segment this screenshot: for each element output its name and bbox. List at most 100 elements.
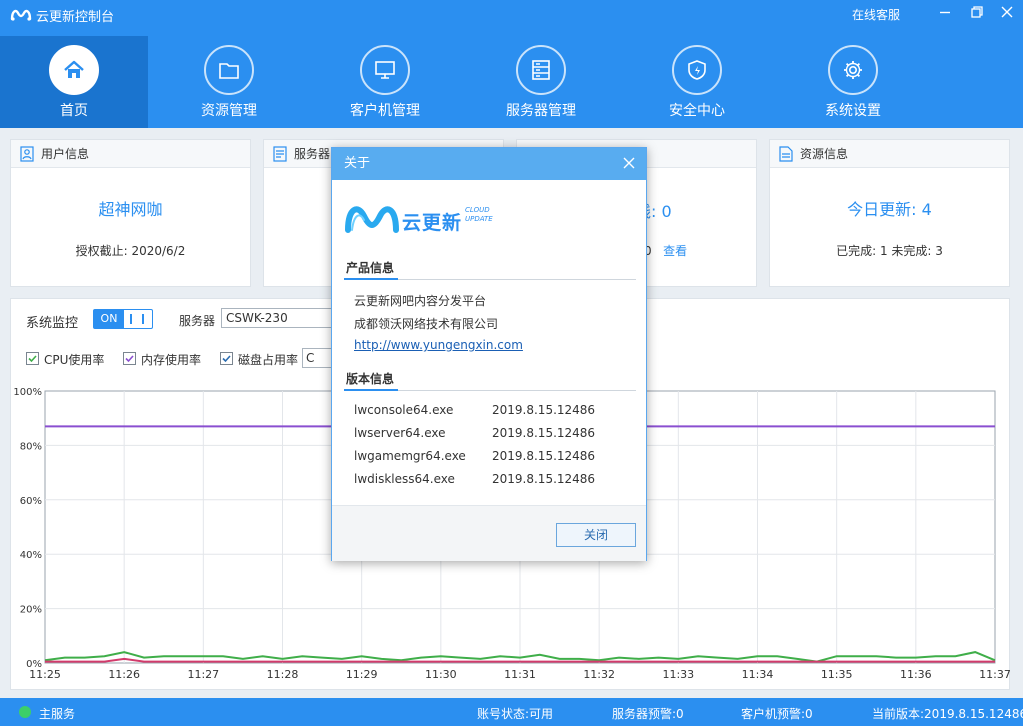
user-icon xyxy=(20,146,34,162)
memory-checkbox-box xyxy=(123,352,136,365)
chart-y-tick-label: 20% xyxy=(20,605,42,616)
chart-x-tick-label: 11:25 xyxy=(29,668,61,680)
version-file: lwserver64.exe xyxy=(354,426,446,440)
resource-info-header: 资源信息 xyxy=(770,140,1009,168)
version-file: lwgamemgr64.exe xyxy=(354,449,466,463)
nav-security-circle xyxy=(672,45,722,95)
about-close-button[interactable]: 关闭 xyxy=(556,523,636,547)
product-info-heading: 产品信息 xyxy=(346,261,395,275)
disk-checkbox-box xyxy=(220,352,233,365)
nav-resource-label: 资源管理 xyxy=(201,103,257,119)
home-icon xyxy=(64,60,84,78)
monitor-title: 系统监控 xyxy=(26,316,79,331)
nav-home-circle xyxy=(49,45,99,95)
nav-client-circle xyxy=(360,45,410,95)
chart-x-tick-label: 11:28 xyxy=(267,668,299,680)
disk-checkbox-label: 磁盘占用率 xyxy=(238,353,299,367)
service-status-dot-icon xyxy=(19,706,31,718)
server-info-title: 服务器 xyxy=(294,147,331,161)
dialog-close-icon[interactable] xyxy=(618,152,640,174)
cpu-checkbox-box xyxy=(26,352,39,365)
user-info-title: 用户信息 xyxy=(41,147,90,161)
title-bar: 云更新控制台 在线客服 xyxy=(0,0,1023,28)
brand-sub-line-1: CLOUD xyxy=(465,206,490,214)
chart-x-tick-label: 11:29 xyxy=(346,668,378,680)
online-service-link[interactable]: 在线客服 xyxy=(852,6,900,23)
client-status: 0 查看 xyxy=(644,242,687,259)
nav-home-label: 首页 xyxy=(60,103,88,119)
nav-server-circle xyxy=(516,45,566,95)
user-name: 超神网咖 xyxy=(98,200,163,219)
shield-icon xyxy=(688,60,706,80)
resource-info-card: 资源信息 今日更新: 4 已完成: 1 未完成: 3 xyxy=(769,139,1010,287)
nav-security[interactable]: 安全中心 xyxy=(623,36,771,128)
update-status: 已完成: 1 未完成: 3 xyxy=(836,244,943,258)
today-update-count: 今日更新: 4 xyxy=(847,200,932,219)
server-list-icon xyxy=(273,146,287,162)
cpu-checkbox-label: CPU使用率 xyxy=(44,353,105,367)
product-name: 云更新网吧内容分发平台 xyxy=(354,294,487,308)
account-status: 账号状态:可用 xyxy=(477,707,554,721)
user-info-header: 用户信息 xyxy=(11,140,250,168)
restore-button[interactable] xyxy=(966,4,988,24)
version-file: lwconsole64.exe xyxy=(354,403,454,417)
document-icon xyxy=(779,146,793,162)
server-alert-count: 服务器预警:0 xyxy=(612,707,684,721)
chart-x-tick-label: 11:33 xyxy=(662,668,694,680)
server-select[interactable]: CSWK-230 xyxy=(221,308,336,328)
memory-checkbox-label: 内存使用率 xyxy=(141,353,202,367)
chart-x-tick-label: 11:37 xyxy=(979,668,1010,680)
product-info-underline xyxy=(344,278,398,280)
version-number: 2019.8.15.12486 xyxy=(492,449,596,463)
chart-x-tick-label: 11:30 xyxy=(425,668,457,680)
website-link[interactable]: http://www.yungengxin.com xyxy=(354,338,523,352)
version-number: 2019.8.15.12486 xyxy=(492,403,596,417)
toggle-on-label: ON xyxy=(94,310,124,328)
minimize-button[interactable] xyxy=(934,4,956,24)
status-bar: 主服务 账号状态:可用 服务器预警:0 客户机预警:0 当前版本:2019.8.… xyxy=(0,698,1023,726)
main-nav: 首页 资源管理 客户机管理 服务器管理 安全中心 系统设置 xyxy=(0,36,1023,128)
nav-resource[interactable]: 资源管理 xyxy=(155,36,303,128)
version-number: 2019.8.15.12486 xyxy=(492,426,596,440)
app-title: 云更新控制台 xyxy=(36,10,115,25)
gear-icon xyxy=(844,61,862,79)
chart-x-tick-label: 11:31 xyxy=(504,668,536,680)
chart-y-tick-label: 60% xyxy=(20,496,42,507)
restore-icon xyxy=(971,6,983,18)
nav-resource-circle xyxy=(204,45,254,95)
company-name: 成都领沃网络技术有限公司 xyxy=(354,317,499,331)
chart-x-tick-label: 11:36 xyxy=(900,668,932,680)
nav-home[interactable]: 首页 xyxy=(0,36,148,128)
website-row: http://www.yungengxin.com xyxy=(354,338,523,352)
chart-x-tick-label: 11:32 xyxy=(583,668,615,680)
nav-client[interactable]: 客户机管理 xyxy=(311,36,459,128)
close-icon xyxy=(1001,6,1013,18)
nav-security-label: 安全中心 xyxy=(669,103,725,119)
nav-server[interactable]: 服务器管理 xyxy=(467,36,615,128)
client-view-link[interactable]: 查看 xyxy=(663,244,687,258)
about-brand-name: 云更新 xyxy=(402,212,463,234)
about-dialog-footer: 关闭 xyxy=(332,505,646,561)
main-service-status: 主服务 xyxy=(39,707,76,721)
checkmark-icon xyxy=(28,355,37,363)
server-icon xyxy=(532,60,550,80)
version-info-heading: 版本信息 xyxy=(346,372,395,386)
user-info-card: 用户信息 超神网咖 授权截止: 2020/6/2 xyxy=(10,139,251,287)
brand-sub-line-2: UPDATE xyxy=(465,215,493,223)
chart-x-tick-label: 11:34 xyxy=(742,668,774,680)
app-logo-icon xyxy=(10,9,32,21)
minimize-icon xyxy=(940,11,950,14)
server-select-label: 服务器 xyxy=(179,314,216,328)
chart-y-tick-label: 80% xyxy=(20,441,42,452)
nav-client-label: 客户机管理 xyxy=(350,103,420,119)
close-button[interactable] xyxy=(996,4,1018,24)
chart-x-tick-label: 11:27 xyxy=(187,668,219,680)
nav-settings[interactable]: 系统设置 xyxy=(779,36,927,128)
about-dialog-title: 关于 xyxy=(344,156,371,171)
resource-info-title: 资源信息 xyxy=(800,147,849,161)
monitor-toggle[interactable]: ON xyxy=(93,309,153,329)
about-dialog-titlebar: 关于 xyxy=(332,148,646,180)
version-number: 2019.8.15.12486 xyxy=(492,472,596,486)
checkmark-icon xyxy=(222,355,231,363)
license-expiry: 授权截止: 2020/6/2 xyxy=(75,244,186,258)
